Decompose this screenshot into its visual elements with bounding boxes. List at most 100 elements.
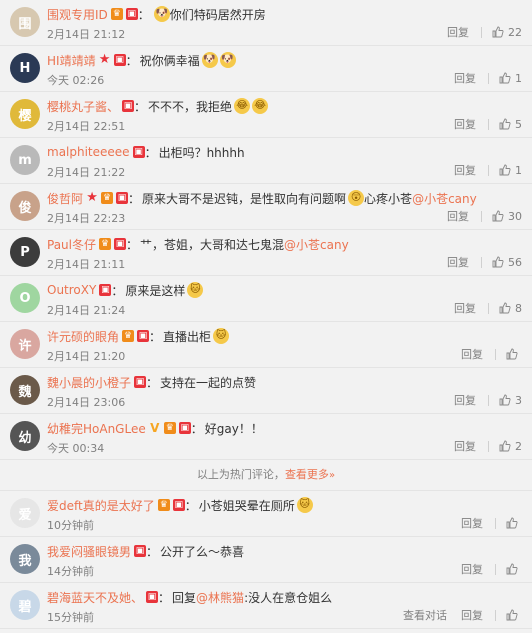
chevron-right-icon[interactable]: » [329, 470, 335, 481]
avatar[interactable]: 爱 [10, 498, 40, 528]
cat-emoji-icon: 🐱 [296, 497, 313, 513]
reply-link[interactable]: 回复 [454, 392, 476, 408]
comment-line: HI靖靖靖 ★ ▣：祝你俩幸福 🐶 🐶 [47, 51, 524, 69]
username-link[interactable]: OutroXY [47, 283, 96, 297]
thumbs-up-icon [499, 72, 511, 84]
like-button[interactable]: 30 [492, 210, 522, 223]
reply-link[interactable]: 回复 [454, 162, 476, 178]
comment-line: 许元硕的眼角 ♛ ▣：直播出柜 🐱 [47, 327, 524, 345]
username-link[interactable]: 幼稚完HoAnGLee [47, 420, 146, 437]
like-button[interactable] [506, 517, 522, 529]
like-button[interactable]: 1 [499, 164, 522, 177]
reply-link[interactable]: 回复 [461, 607, 483, 623]
hot-comment-row: P Paul冬仔 ♛ ▣：艹，苍姐，大哥和达七鬼混 @小苍cany 2月14日 21:11… [0, 230, 532, 276]
action-divider [488, 164, 489, 176]
new-comment-row: 爱爱deft真的是太好了 ♛ ▣：小苍姐哭晕在厕所 🐱 10分钟前 回复 [0, 491, 532, 537]
avatar-initial: 俊 [18, 200, 32, 216]
doge-emoji-icon: 🐶 [201, 52, 218, 68]
reply-link[interactable]: 回复 [447, 254, 469, 270]
reply-link[interactable]: 回复 [454, 300, 476, 316]
comment-actions: 回复 5 [454, 116, 522, 132]
avatar[interactable]: 幼 [10, 421, 40, 451]
member-badge-icon: ▣ [172, 499, 185, 511]
like-button[interactable] [506, 348, 522, 360]
reply-link[interactable]: 回复 [454, 70, 476, 86]
timestamp: 2月14日 22:51 [47, 120, 126, 133]
colon: ： [125, 53, 138, 68]
like-count: 8 [515, 301, 522, 315]
like-button[interactable]: 3 [499, 394, 522, 407]
avatar[interactable]: 俊 [10, 191, 40, 221]
view-more-link[interactable]: 查看更多 [285, 468, 329, 481]
like-button[interactable]: 2 [499, 440, 522, 453]
like-button[interactable] [506, 563, 522, 575]
like-button[interactable]: 8 [499, 302, 522, 315]
username-link[interactable]: HI靖靖靖 [47, 52, 96, 69]
reply-link[interactable]: 回复 [447, 208, 469, 224]
mention-link[interactable]: @小苍cany [412, 190, 477, 207]
username-link[interactable]: 碧海蓝天不及她、 [47, 589, 143, 606]
comment-line: 围观专用ID ♛ ▣： 🐶 你们特码居然开房 [47, 5, 524, 23]
avatar[interactable]: 樱 [10, 99, 40, 129]
avatar[interactable]: 碧 [10, 590, 40, 620]
reply-link[interactable]: 回复 [461, 515, 483, 531]
thumbs-up-icon [506, 609, 518, 621]
avatar[interactable]: 许 [10, 329, 40, 359]
avatar[interactable]: P [10, 237, 40, 267]
member-badge-icon: ▣ [113, 54, 126, 66]
timestamp: 14分钟前 [47, 565, 94, 578]
like-button[interactable]: 56 [492, 256, 522, 269]
avatar[interactable]: 我 [10, 544, 40, 574]
member-badge-icon: ▣ [178, 422, 191, 434]
username-link[interactable]: 围观专用ID [47, 6, 108, 23]
avatar-initial: 我 [18, 553, 32, 569]
comment-line: 俊哲阿 ★ ♛ ▣：原来大哥不是迟钝，是性取向有问题啊 😲 心疼小苍 @小苍cany [47, 189, 524, 207]
action-divider [495, 517, 496, 529]
reply-link[interactable]: 回复 [461, 346, 483, 362]
doge-emoji-icon: 🐶 [219, 52, 236, 68]
mention-link[interactable]: @小苍cany [284, 236, 349, 253]
avatar[interactable]: O [10, 283, 40, 313]
like-button[interactable]: 22 [492, 26, 522, 39]
like-button[interactable] [506, 609, 522, 621]
member-badge-icon: ▣ [134, 545, 147, 557]
avatar[interactable]: m [10, 145, 40, 175]
comment-line: 我爱闷骚眼镜男 ▣：公开了么～恭喜 [47, 542, 524, 560]
username-link[interactable]: 我爱闷骚眼镜男 [47, 543, 131, 560]
reply-link[interactable]: 回复 [461, 561, 483, 577]
username-link[interactable]: 魏小晨的小橙子 [47, 374, 131, 391]
username-link[interactable]: 俊哲阿 [47, 190, 83, 207]
wow-emoji-icon: 😲 [348, 190, 365, 206]
avatar-initial: 爱 [18, 507, 32, 523]
avatar[interactable]: H [10, 53, 40, 83]
mention-link[interactable]: @林熊猫 [196, 589, 244, 606]
thumbs-up-icon [499, 302, 511, 314]
thumbs-up-icon [506, 348, 518, 360]
comment-text: 小苍姐哭晕在厕所 [198, 498, 295, 513]
action-divider [495, 348, 496, 360]
vip-badge-icon: ♛ [163, 422, 176, 434]
colon: ： [134, 99, 147, 114]
like-button[interactable]: 1 [499, 72, 522, 85]
comment-text: 支持在一起的点赞 [160, 375, 257, 390]
username-link[interactable]: 许元硕的眼角 [47, 328, 119, 345]
username-link[interactable]: 爱deft真的是太好了 [47, 497, 155, 514]
avatar[interactable]: 魏 [10, 375, 40, 405]
like-button[interactable]: 5 [499, 118, 522, 131]
colon: ： [146, 375, 159, 390]
colon: ： [144, 145, 157, 160]
reply-link[interactable]: 回复 [454, 438, 476, 454]
username-link[interactable]: Paul冬仔 [47, 236, 96, 253]
action-divider [481, 256, 482, 268]
reply-link[interactable]: 回复 [454, 116, 476, 132]
comment-actions: 回复 [461, 346, 522, 362]
avatar[interactable]: 围 [10, 7, 40, 37]
username-link[interactable]: malphiteeeee [47, 145, 130, 159]
reply-link[interactable]: 回复 [447, 24, 469, 40]
like-count: 1 [515, 163, 522, 177]
username-link[interactable]: 樱桃丸子酱、 [47, 98, 119, 115]
view-conversation-link[interactable]: 查看对话 [403, 607, 447, 623]
like-count: 1 [515, 71, 522, 85]
hot-comment-row: m malphiteeeee ▣：出柜吗？hhhhh 2月14日 21:22 回复 1 [0, 138, 532, 184]
member-badge-icon: ▣ [125, 8, 138, 20]
